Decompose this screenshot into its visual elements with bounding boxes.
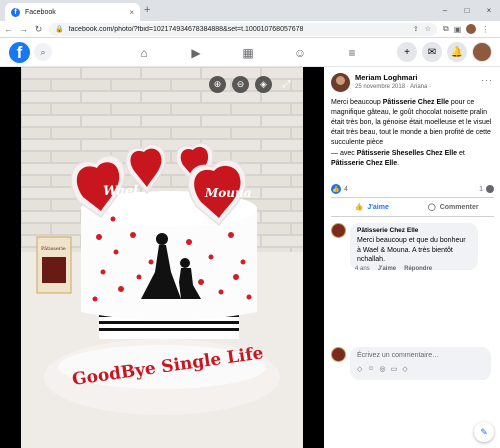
window-controls: – □ × <box>434 0 500 21</box>
minimize-icon[interactable]: – <box>434 0 456 21</box>
tag-sheselles[interactable]: Pâtisserie Sheselles Chez Elle <box>357 150 457 157</box>
lock-icon[interactable]: 🔒 <box>55 25 64 33</box>
comment-count: 1 <box>479 185 483 193</box>
share-icon[interactable]: ⇪ <box>413 25 419 33</box>
mention-patisserie[interactable]: Pâtisserie Chez Elle <box>383 99 449 106</box>
maximize-icon[interactable]: □ <box>456 0 478 21</box>
post-tagged: — avec Pâtisserie Sheselles Chez Elle et… <box>331 150 465 167</box>
photo-controls: ⊕ ⊖ ◈ ⤢ <box>209 76 295 93</box>
like-reaction-icon: 👍 <box>331 184 341 194</box>
post-panel: Meriam Loghmari 25 novembre 2018 · Arian… <box>324 67 500 448</box>
comment-input[interactable]: Écrivez un commentaire… ◇ ☺ ◎ ▭ ◇ <box>350 347 491 380</box>
like-label: J'aime <box>367 203 389 211</box>
gif-icon[interactable]: ▭ <box>391 365 398 373</box>
comment-icon: ◯ <box>427 204 436 211</box>
post-text: Merci beaucoup Pâtisserie Chez Elle pour… <box>331 99 492 146</box>
address-bar[interactable]: 🔒 facebook.com/photo/?fbid=1021749346783… <box>49 22 437 36</box>
reactions-bar: 👍 4 1 <box>331 184 494 194</box>
bookmark-star-icon[interactable]: ☆ <box>425 25 431 33</box>
new-tab-icon[interactable]: + <box>144 4 150 16</box>
comment-meta: 4 ans J'aime Répondre <box>355 266 432 272</box>
author-avatar[interactable] <box>331 73 350 92</box>
new-message-icon[interactable]: ✎ <box>474 422 494 442</box>
comment-summary[interactable]: 1 <box>479 185 494 193</box>
cake-photo: Wael Mouna Pâtisserie GoodBye Single Lif… <box>21 67 303 448</box>
comment-text: Merci beaucoup et que du bonheur à Wael … <box>357 237 466 263</box>
close-tab-icon[interactable]: × <box>129 8 134 17</box>
reaction-summary[interactable]: 👍 4 <box>331 184 348 194</box>
facebook-favicon-icon: f <box>11 7 20 17</box>
comment-bubble: Pâtisserie Chez Elle Merci beaucoup et q… <box>350 223 478 270</box>
comment-like-link[interactable]: J'aime <box>378 266 396 272</box>
like-button[interactable]: 👍 J'aime <box>331 198 413 216</box>
comment-composer: Écrivez un commentaire… ◇ ☺ ◎ ▭ ◇ <box>331 347 497 380</box>
marketplace-icon[interactable]: ▦ <box>222 38 274 67</box>
comment-age[interactable]: 4 ans <box>355 266 370 272</box>
post-author: Meriam Loghmari 25 novembre 2018 · Arian… <box>331 73 431 92</box>
notifications-bell-icon[interactable]: 🔔 <box>447 42 467 62</box>
messenger-icon[interactable]: ✉ <box>422 42 442 62</box>
watch-icon[interactable]: ▶ <box>170 38 222 67</box>
side-panel-icon[interactable]: ▣ <box>454 25 462 34</box>
zoom-out-icon[interactable]: ⊖ <box>232 76 249 93</box>
commenter-avatar[interactable] <box>331 223 346 238</box>
heart-name-mouna: Mouna <box>204 186 252 200</box>
sticker-icon[interactable]: ◇ <box>357 365 362 373</box>
comment-bubble-icon <box>486 185 494 193</box>
reload-icon[interactable]: ↻ <box>32 21 45 38</box>
browser-tabstrip: f Facebook × + – □ × <box>0 0 500 21</box>
commenter-name[interactable]: Pâtisserie Chez Elle <box>357 227 471 234</box>
more-options-icon[interactable]: ··· <box>481 75 493 85</box>
browser-toolbar: ← → ↻ 🔒 facebook.com/photo/?fbid=1021749… <box>0 21 500 38</box>
box-label: Pâtisserie <box>41 245 66 252</box>
url-text[interactable]: facebook.com/photo/?fbid=102174934678384… <box>69 26 413 33</box>
tag-icon[interactable]: ◈ <box>255 76 272 93</box>
facebook-header: f ⌕ ⌂ ▶ ▦ ☺ ≡ + ✉ 🔔 <box>0 38 500 67</box>
browser-tab[interactable]: f Facebook × <box>5 3 140 21</box>
browser-profile-avatar[interactable] <box>466 24 477 34</box>
photo-viewer: Wael Mouna Pâtisserie GoodBye Single Lif… <box>0 67 324 448</box>
comment-reply-link[interactable]: Répondre <box>404 266 432 272</box>
fullscreen-icon[interactable]: ⤢ <box>278 76 295 93</box>
menu-icon[interactable]: ≡ <box>326 38 378 67</box>
like-icon: 👍 <box>354 204 364 211</box>
cake-photo-image: Wael Mouna Pâtisserie GoodBye Single Lif… <box>21 67 303 448</box>
extensions-icon[interactable]: ⧉ <box>443 24 449 34</box>
forward-icon[interactable]: → <box>17 21 30 38</box>
account-avatar[interactable] <box>472 42 492 62</box>
zoom-in-icon[interactable]: ⊕ <box>209 76 226 93</box>
post-meta[interactable]: 25 novembre 2018 · Ariana · <box>355 84 431 90</box>
comment-button[interactable]: ◯ Commenter <box>413 198 495 216</box>
comment-placeholder: Écrivez un commentaire… <box>357 352 440 359</box>
back-icon[interactable]: ← <box>2 21 15 38</box>
home-icon[interactable]: ⌂ <box>118 38 170 67</box>
emoji-icon[interactable]: ☺ <box>367 365 374 373</box>
groups-icon[interactable]: ☺ <box>274 38 326 67</box>
search-icon[interactable]: ⌕ <box>34 43 52 61</box>
create-icon[interactable]: + <box>397 42 417 62</box>
post-actions: 👍 J'aime ◯ Commenter <box>331 197 494 217</box>
camera-icon[interactable]: ◎ <box>380 365 386 373</box>
facebook-logo[interactable]: f <box>9 42 30 63</box>
browser-menu-icon[interactable]: ⋮ <box>481 25 489 34</box>
author-name[interactable]: Meriam Loghmari <box>355 73 431 82</box>
avatar-sticker-icon[interactable]: ◇ <box>402 365 407 373</box>
close-window-icon[interactable]: × <box>478 0 500 21</box>
tag-chez-elle[interactable]: Pâtisserie Chez Elle <box>331 160 397 167</box>
comment-item: Pâtisserie Chez Elle Merci beaucoup et q… <box>331 223 497 270</box>
comment-label: Commenter <box>439 203 479 211</box>
composer-avatar <box>331 347 346 362</box>
reaction-count: 4 <box>344 185 348 193</box>
heart-name-wael: Wael <box>103 184 138 199</box>
main-nav: ⌂ ▶ ▦ ☺ ≡ <box>118 38 378 67</box>
tab-title: Facebook <box>25 8 56 16</box>
